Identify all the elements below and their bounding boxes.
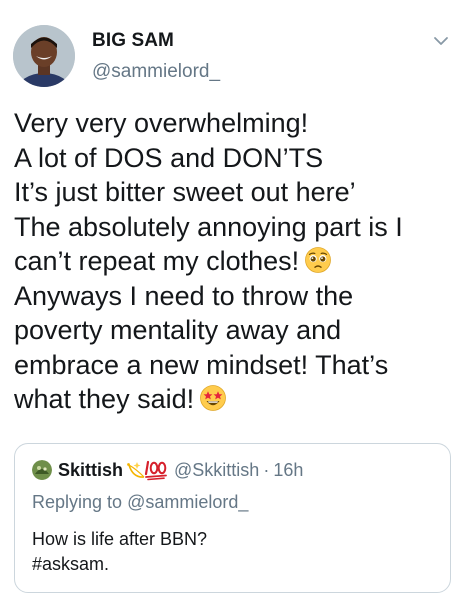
tweet-line: poverty mentality away and <box>14 315 342 345</box>
chevron-down-icon[interactable] <box>432 34 450 48</box>
quoted-tweet-time[interactable]: 16h <box>273 460 303 481</box>
separator-dot: · <box>263 459 270 480</box>
hundred-points-emoji <box>144 460 167 481</box>
tweet-line: Anyways I need to throw the <box>14 280 354 311</box>
replying-to: Replying to @sammielord_ <box>32 492 248 513</box>
quoted-tweet-hashtag[interactable]: #asksam. <box>32 552 207 577</box>
sparkle-emoji <box>127 462 145 478</box>
tweet-line-with-emoji: can’t repeat my clothes! <box>14 244 454 279</box>
quoted-tweet-card[interactable]: Skittish @Skkittish · 16h Replying to @s… <box>14 443 451 593</box>
quoted-tweet-header: Skittish @Skkittish · 16h <box>32 459 303 481</box>
quoted-author-name[interactable]: Skittish <box>58 460 123 481</box>
tweet-line: It’s just bitter sweet out here’ <box>14 177 356 207</box>
star-struck-emoji <box>199 384 227 412</box>
quoted-tweet-body: How is life after BBN? #asksam. <box>32 527 207 577</box>
author-name[interactable]: BIG SAM <box>92 30 174 52</box>
quoted-author-avatar[interactable] <box>32 460 52 480</box>
tweet-line-text: can’t repeat my clothes! <box>14 246 300 276</box>
quoted-tweet-line: How is life after BBN? <box>32 529 208 549</box>
tweet-line: embrace a new mindset! That’s <box>14 349 389 380</box>
author-handle[interactable]: @sammielord_ <box>92 61 220 83</box>
tweet-line-text: what they said! <box>14 384 195 414</box>
quoted-author-handle[interactable]: @Skkittish <box>174 460 259 481</box>
replying-to-prefix: Replying to <box>32 492 123 512</box>
tweet-line: The absolutely annoying part is I <box>14 211 403 242</box>
pleading-face-emoji <box>304 246 332 274</box>
tweet-line: Very very overwhelming! <box>14 108 309 138</box>
replying-to-handle[interactable]: @sammielord_ <box>127 492 248 512</box>
tweet-line-with-emoji: what they said! <box>14 382 454 417</box>
tweet-line: A lot of DOS and DON’TS <box>14 142 324 173</box>
quoted-author-emoji-decoration <box>124 459 168 481</box>
tweet-body: Very very overwhelming! A lot of DOS and… <box>14 106 454 417</box>
author-avatar[interactable] <box>13 25 75 87</box>
